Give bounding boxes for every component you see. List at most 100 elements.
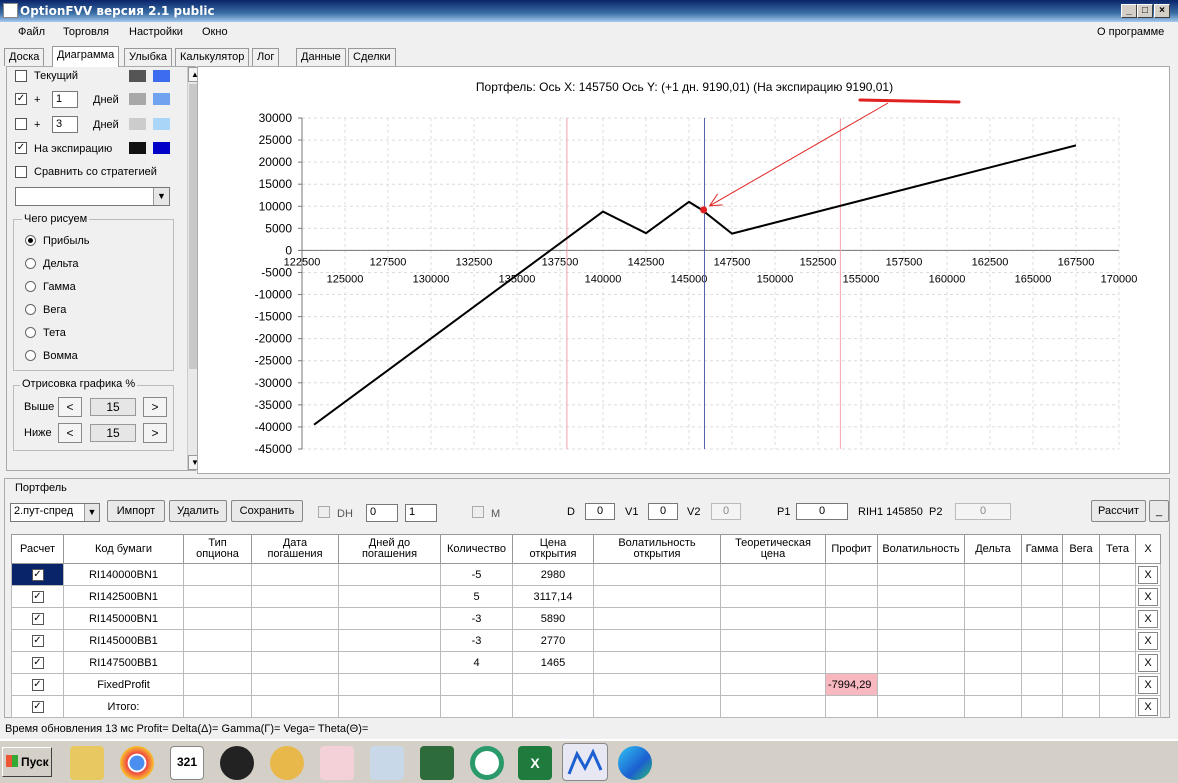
table-cell[interactable]: ✓	[11, 673, 64, 696]
cell-open-price[interactable]: 3117,14	[512, 585, 594, 608]
plus2-color-swatch[interactable]	[129, 118, 146, 130]
table-cell[interactable]: ✓	[11, 695, 64, 718]
delete-button[interactable]: Удалить	[169, 500, 227, 522]
table-cell[interactable]: X	[1135, 585, 1161, 608]
row-calc-checkbox[interactable]: ✓	[31, 679, 44, 691]
edge-icon[interactable]	[618, 746, 652, 780]
current-checkbox[interactable]	[15, 70, 27, 82]
menu-trading[interactable]: Торговля	[63, 26, 109, 38]
table-cell[interactable]	[593, 695, 721, 718]
table-cell[interactable]: X	[1135, 629, 1161, 652]
table-cell[interactable]: X	[1135, 563, 1161, 586]
col-maturity[interactable]: Дата погашения	[251, 534, 339, 564]
table-row[interactable]: ✓ RI142500BN1 5 3117,14 X	[11, 585, 1161, 608]
menu-window[interactable]: Окно	[202, 26, 228, 38]
cell-code[interactable]: RI145000BB1	[63, 629, 184, 652]
table-cell[interactable]	[1099, 585, 1136, 608]
minimize-button[interactable]: _	[1121, 4, 1137, 18]
v1-input[interactable]: 0	[648, 503, 678, 520]
above-increase-button[interactable]: >	[143, 397, 167, 417]
table-cell[interactable]	[593, 673, 721, 696]
col-theo-price[interactable]: Теоретическая цена	[720, 534, 826, 564]
radio-theta[interactable]	[25, 327, 36, 338]
table-cell[interactable]	[1021, 607, 1063, 630]
table-cell[interactable]	[877, 607, 965, 630]
dh-checkbox[interactable]	[318, 506, 330, 518]
table-cell[interactable]	[183, 607, 252, 630]
p2-input[interactable]: 0	[955, 503, 1011, 520]
row-delete-button[interactable]: X	[1138, 675, 1158, 694]
player-321-icon[interactable]: 321	[170, 746, 204, 780]
table-cell[interactable]	[251, 629, 339, 652]
table-cell[interactable]	[720, 629, 826, 652]
calculate-button[interactable]: Рассчит	[1091, 500, 1146, 522]
minimize-panel-button[interactable]: _	[1149, 500, 1169, 522]
table-cell[interactable]	[1099, 651, 1136, 674]
table-cell[interactable]	[338, 607, 441, 630]
import-button[interactable]: Импорт	[107, 500, 165, 522]
table-cell[interactable]	[183, 585, 252, 608]
chevron-down-icon[interactable]: ▼	[153, 188, 169, 205]
compare-checkbox[interactable]	[15, 166, 27, 178]
cell-code[interactable]: RI142500BN1	[63, 585, 184, 608]
table-cell[interactable]	[720, 673, 826, 696]
radio-gamma[interactable]	[25, 281, 36, 292]
terminal-icon[interactable]	[420, 746, 454, 780]
table-cell[interactable]	[1062, 695, 1100, 718]
current-color-swatch[interactable]	[129, 70, 146, 82]
v2-input[interactable]: 0	[711, 503, 741, 520]
table-cell[interactable]	[877, 695, 965, 718]
col-code[interactable]: Код бумаги	[63, 534, 184, 564]
optionfvv-taskbar-icon[interactable]	[562, 743, 608, 781]
table-cell[interactable]	[877, 563, 965, 586]
tab-log[interactable]: Лог	[252, 48, 280, 66]
radio-delta[interactable]	[25, 258, 36, 269]
cell-code[interactable]: RI147500BB1	[63, 651, 184, 674]
calculator-icon[interactable]	[370, 746, 404, 780]
table-cell[interactable]	[251, 563, 339, 586]
table-cell[interactable]	[183, 695, 252, 718]
cell-code[interactable]: RI145000BN1	[63, 607, 184, 630]
table-cell[interactable]	[964, 651, 1022, 674]
payoff-chart[interactable]: 300002500020000150001000050000-5000-1000…	[198, 67, 1169, 473]
col-qty[interactable]: Количество	[440, 534, 513, 564]
table-cell[interactable]: ✓	[11, 607, 64, 630]
row-delete-button[interactable]: X	[1138, 653, 1158, 672]
p1-input[interactable]: 0	[796, 503, 848, 520]
table-cell[interactable]	[1062, 629, 1100, 652]
keyhole-app-icon[interactable]	[220, 746, 254, 780]
row-calc-checkbox[interactable]: ✓	[31, 613, 44, 625]
table-cell[interactable]	[338, 629, 441, 652]
above-decrease-button[interactable]: <	[58, 397, 82, 417]
cell-profit[interactable]	[825, 629, 878, 652]
plus1-color-swatch-2[interactable]	[153, 93, 170, 105]
table-cell[interactable]	[1062, 563, 1100, 586]
table-cell[interactable]: ✓	[11, 651, 64, 674]
table-cell[interactable]	[593, 563, 721, 586]
cell-profit[interactable]	[825, 585, 878, 608]
cell-profit[interactable]	[825, 563, 878, 586]
table-cell[interactable]	[183, 673, 252, 696]
table-cell[interactable]	[1021, 651, 1063, 674]
chart-panel[interactable]: Портфель: Ось X: 145750 Ось Y: (+1 дн. 9…	[197, 66, 1170, 474]
cell-open-price[interactable]	[512, 695, 594, 718]
col-profit[interactable]: Профит	[825, 534, 878, 564]
cell-open-price[interactable]: 1465	[512, 651, 594, 674]
dh-spinner-1[interactable]: 0	[366, 504, 398, 522]
table-cell[interactable]	[720, 585, 826, 608]
cell-profit[interactable]	[825, 695, 878, 718]
plus2-days-input[interactable]: 3	[52, 116, 78, 133]
table-cell[interactable]	[964, 585, 1022, 608]
radio-vega[interactable]	[25, 304, 36, 315]
below-increase-button[interactable]: >	[143, 423, 167, 443]
table-cell[interactable]	[877, 673, 965, 696]
table-cell[interactable]	[720, 695, 826, 718]
below-decrease-button[interactable]: <	[58, 423, 82, 443]
plus2-checkbox[interactable]	[15, 118, 27, 130]
d-input[interactable]: 0	[585, 503, 615, 520]
table-cell[interactable]	[1021, 673, 1063, 696]
table-cell[interactable]	[593, 607, 721, 630]
below-value[interactable]: 15	[90, 424, 136, 442]
table-row[interactable]: ✓ Итого: X	[11, 695, 1161, 718]
table-cell[interactable]	[593, 585, 721, 608]
